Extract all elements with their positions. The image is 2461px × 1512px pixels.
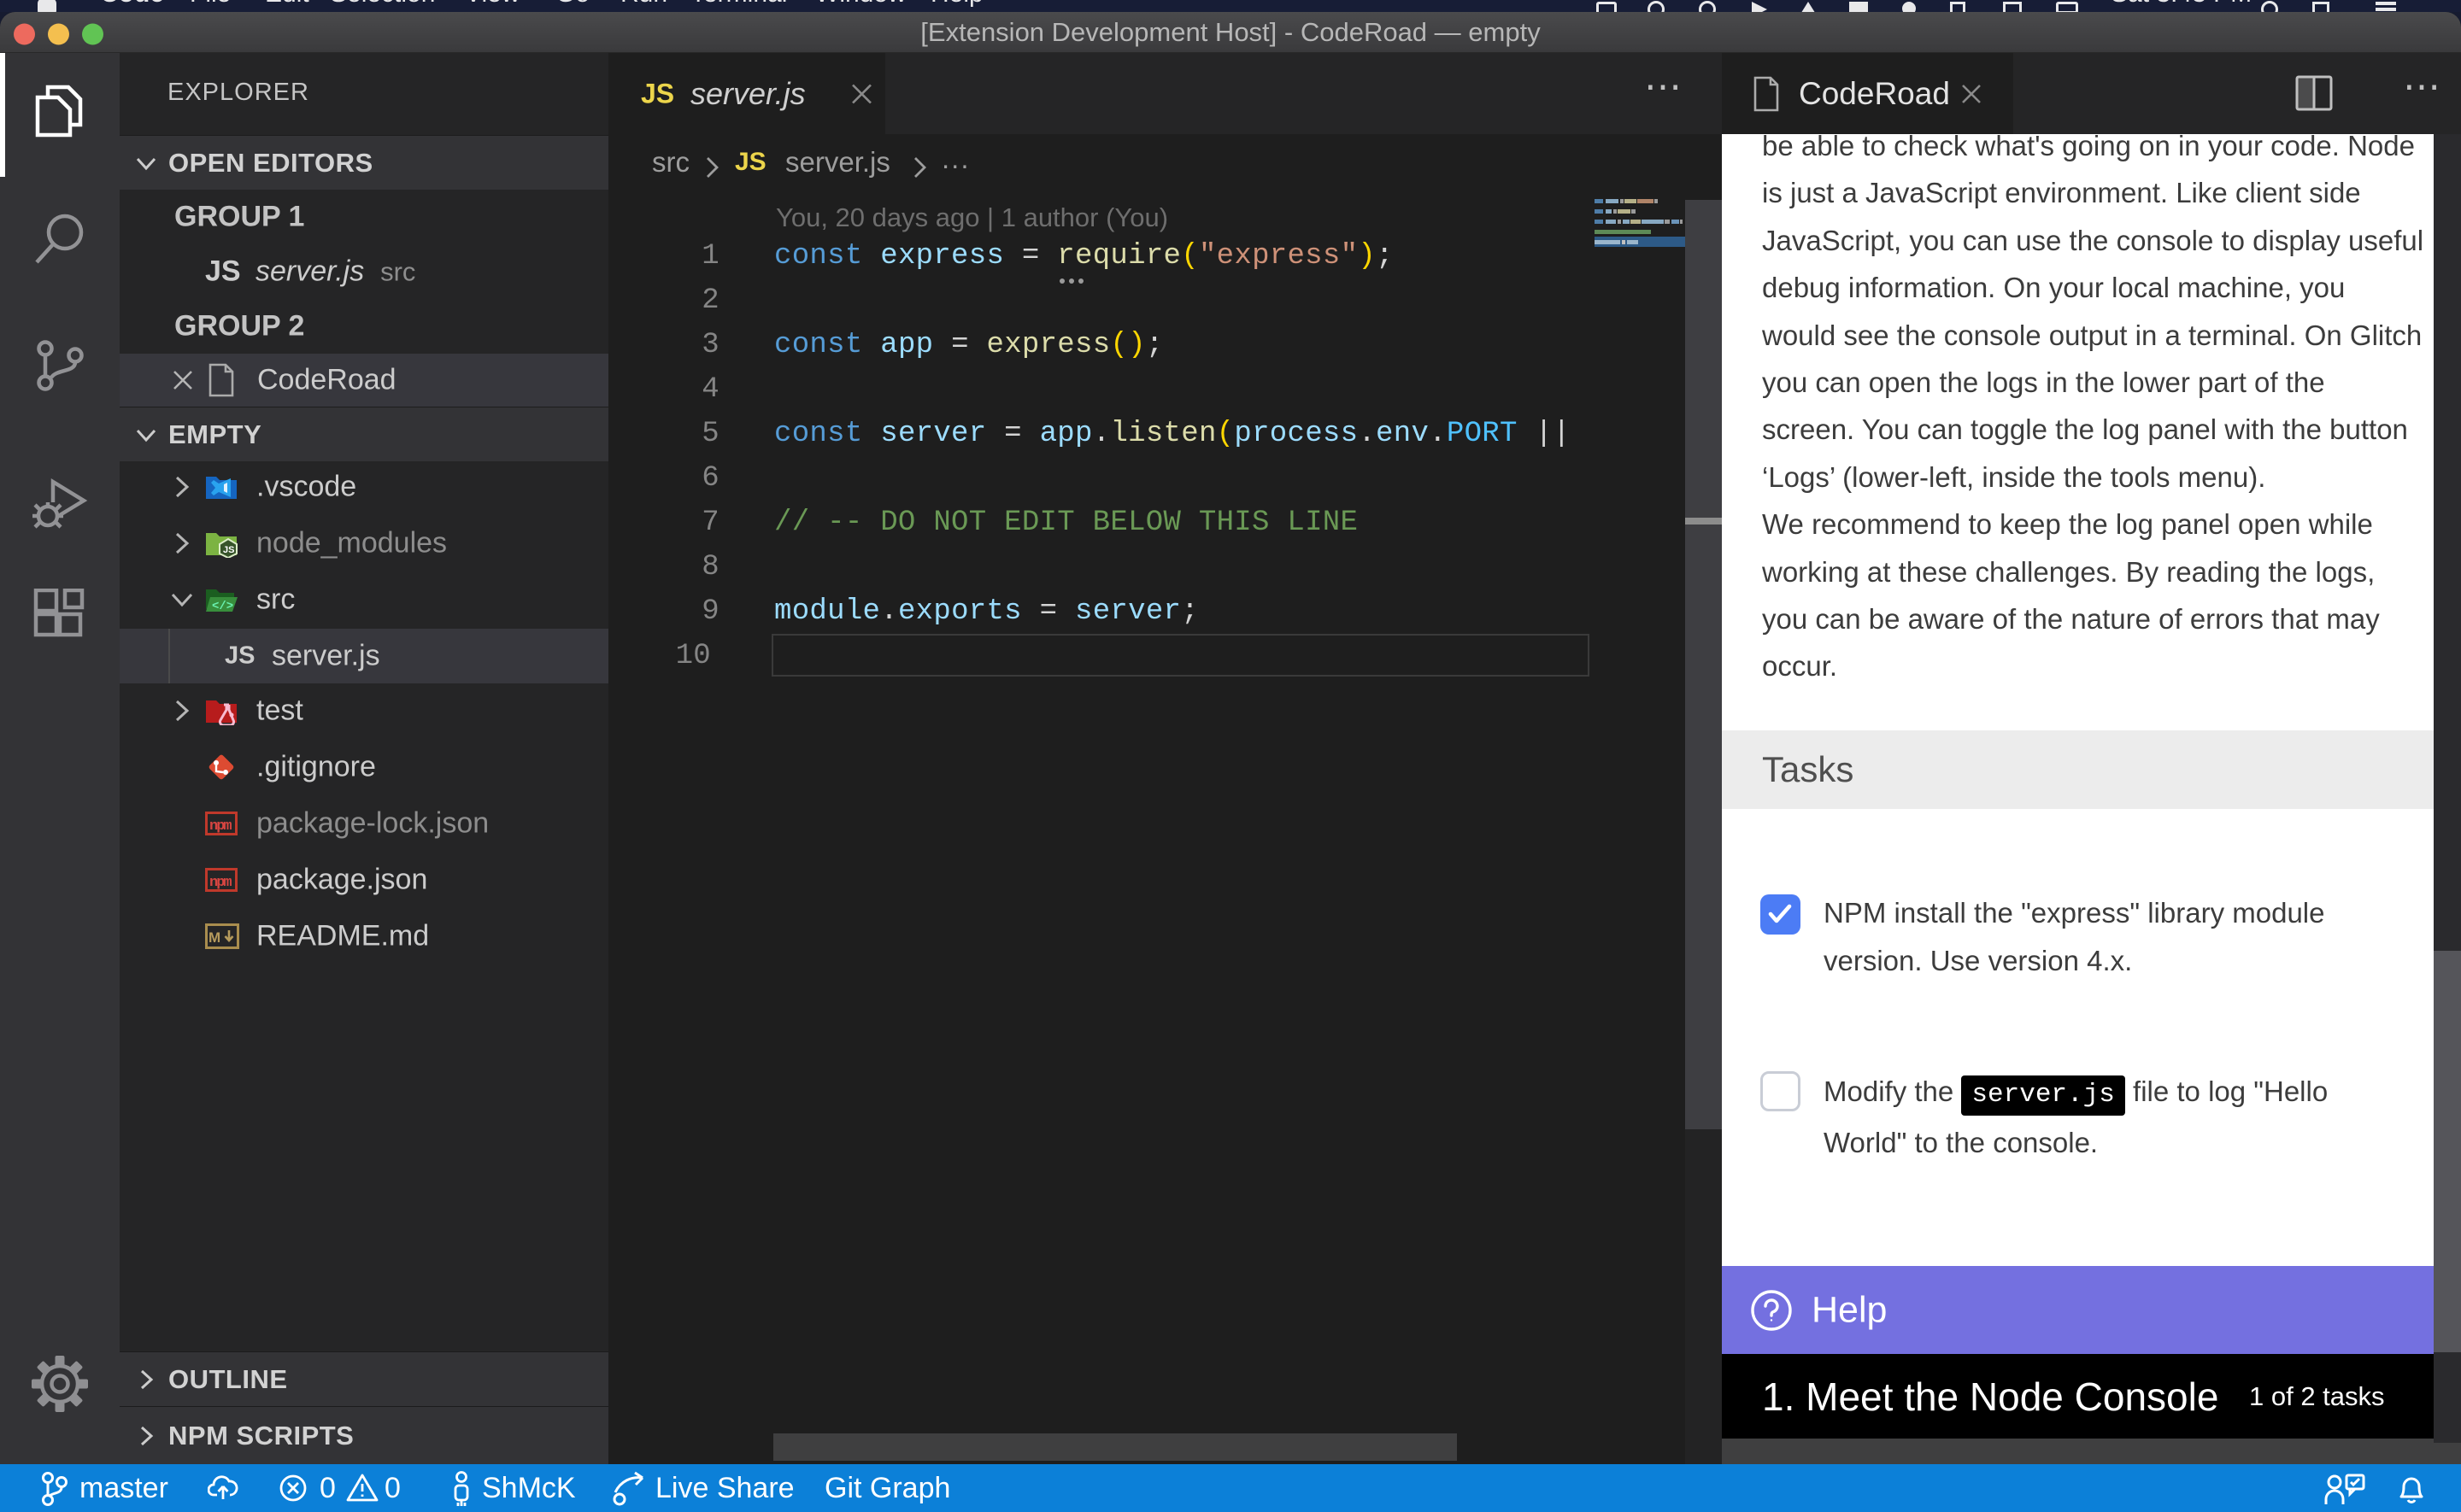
svg-text:M: M — [209, 929, 220, 946]
svg-text:JS: JS — [223, 545, 234, 555]
svg-text:npm: npm — [209, 875, 232, 891]
svg-text:npm: npm — [209, 818, 232, 835]
svg-text:</>: </> — [212, 600, 233, 613]
